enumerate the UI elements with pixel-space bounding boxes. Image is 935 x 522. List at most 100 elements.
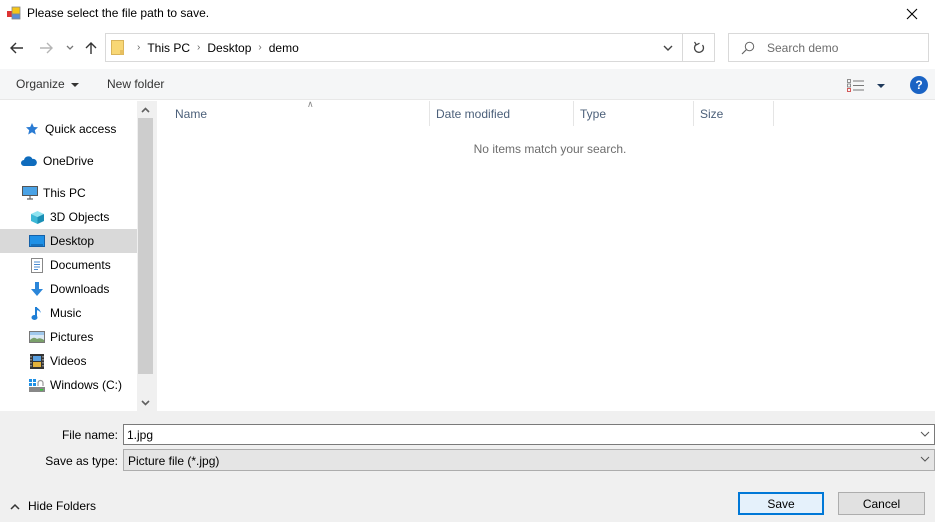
sidebar-item-videos[interactable]: Videos (0, 349, 137, 373)
sidebar-item-3d-objects[interactable]: 3D Objects (0, 205, 137, 229)
change-view-button[interactable] (847, 77, 887, 93)
sidebar-item-label: Documents (50, 258, 111, 272)
breadcrumb: › This PC › Desktop › demo (130, 34, 299, 61)
column-label: Date modified (436, 106, 511, 121)
empty-message: No items match your search. (473, 142, 627, 156)
sort-ascending-icon: ∧ (307, 99, 314, 109)
save-label: Save (767, 496, 795, 511)
refresh-button[interactable] (683, 33, 715, 62)
file-list[interactable]: Name ∧ Date modified Type Size No items … (157, 99, 935, 411)
command-bar: Organize New folder (0, 69, 935, 100)
arrow-right-icon (40, 42, 53, 54)
sidebar-item-label: Videos (50, 354, 87, 368)
column-label: Type (580, 106, 607, 121)
details-view-icon (847, 78, 864, 92)
breadcrumb-demo[interactable]: demo (269, 41, 299, 55)
column-header-name[interactable]: Name ∧ (169, 99, 430, 126)
sidebar-item-pictures[interactable]: Pictures (0, 325, 137, 349)
column-header-size[interactable]: Size (694, 101, 774, 126)
save-button[interactable]: Save (738, 492, 824, 515)
address-bar[interactable]: › This PC › Desktop › demo (105, 33, 683, 62)
up-button[interactable] (83, 38, 99, 58)
hide-folders-button[interactable]: Hide Folders (10, 499, 96, 513)
sidebar-item-windows-c[interactable]: Windows (C:) (0, 373, 137, 397)
sidebar-item-label: Quick access (45, 122, 117, 136)
picture-icon (29, 329, 45, 345)
folder-icon (111, 40, 124, 55)
sidebar-scrollbar[interactable] (137, 101, 154, 411)
sidebar-item-desktop[interactable]: Desktop (0, 229, 137, 253)
column-header-type[interactable]: Type (574, 101, 694, 126)
scroll-down-button[interactable] (137, 394, 154, 411)
drive-icon (29, 377, 45, 393)
sidebar-item-downloads[interactable]: Downloads (0, 277, 137, 301)
hide-folders-label: Hide Folders (28, 499, 97, 513)
sidebar-item-this-pc[interactable]: This PC (0, 181, 137, 205)
document-icon (29, 257, 45, 273)
chevron-down-icon (920, 456, 930, 462)
chevron-up-icon (141, 106, 150, 113)
sidebar-item-label: Music (50, 306, 82, 320)
search-box[interactable] (728, 33, 929, 62)
computer-icon (21, 185, 38, 201)
window-title: Please select the file path to save. (27, 6, 210, 20)
chevron-down-icon (141, 399, 150, 406)
scroll-up-button[interactable] (137, 101, 154, 118)
filename-combobox[interactable] (123, 424, 935, 445)
sidebar-item-quick-access[interactable]: Quick access (0, 117, 137, 141)
breadcrumb-desktop[interactable]: Desktop (207, 41, 251, 55)
close-button[interactable] (889, 0, 935, 28)
breadcrumb-separator-icon[interactable]: › (197, 42, 200, 53)
save-options-panel: File name: Save as type: Picture file (*… (0, 411, 935, 522)
cancel-button[interactable]: Cancel (838, 492, 925, 515)
chevron-up-icon (10, 503, 20, 510)
navigation-bar: › This PC › Desktop › demo (0, 28, 935, 68)
help-icon: ? (915, 78, 923, 92)
breadcrumb-separator-icon[interactable]: › (258, 42, 261, 53)
sidebar-item-label: Downloads (50, 282, 110, 296)
forward-button[interactable] (37, 38, 55, 58)
music-icon (29, 305, 45, 321)
back-button[interactable] (8, 38, 26, 58)
save-type-select[interactable]: Picture file (*.jpg) (123, 449, 935, 471)
new-folder-button[interactable]: New folder (107, 77, 164, 91)
organize-button[interactable]: Organize (16, 77, 79, 91)
video-icon (29, 353, 45, 369)
cancel-label: Cancel (862, 496, 901, 511)
save-type-label: Save as type: (45, 454, 118, 468)
navigation-pane: Quick access OneDrive This PC 3D Objects… (0, 101, 154, 411)
sidebar-item-label: OneDrive (43, 154, 94, 168)
chevron-down-icon (66, 45, 74, 50)
filename-label: File name: (61, 428, 118, 442)
caret-down-icon (70, 83, 79, 87)
breadcrumb-this-pc[interactable]: This PC (147, 41, 190, 55)
column-header-date-modified[interactable]: Date modified (430, 101, 574, 126)
sidebar-item-onedrive[interactable]: OneDrive (0, 149, 137, 173)
sidebar-item-label: Desktop (50, 234, 95, 248)
sidebar-item-documents[interactable]: Documents (0, 253, 137, 277)
download-icon (29, 281, 45, 297)
filename-input[interactable] (127, 427, 907, 443)
help-button[interactable]: ? (910, 76, 928, 94)
desktop-icon (29, 233, 45, 249)
view-dropdown-icon[interactable] (877, 84, 885, 88)
organize-label: Organize (16, 77, 65, 91)
cube-icon (29, 209, 45, 225)
app-icon (7, 6, 21, 20)
sidebar-item-label: This PC (43, 186, 86, 200)
refresh-icon (693, 41, 704, 53)
breadcrumb-separator-icon[interactable]: › (137, 42, 140, 53)
search-input[interactable] (767, 38, 922, 57)
close-icon (906, 8, 918, 20)
title-bar: Please select the file path to save. (0, 0, 935, 28)
sidebar-item-music[interactable]: Music (0, 301, 137, 325)
recent-locations-button[interactable] (64, 38, 76, 58)
cloud-icon (20, 153, 38, 169)
sidebar-item-label: Windows (C:) (50, 378, 123, 392)
chevron-down-icon[interactable] (920, 429, 930, 439)
scroll-thumb[interactable] (138, 118, 153, 374)
column-label: Name (175, 106, 208, 121)
star-icon (24, 121, 40, 137)
address-dropdown-icon[interactable] (662, 42, 674, 54)
arrow-up-icon (85, 42, 97, 54)
